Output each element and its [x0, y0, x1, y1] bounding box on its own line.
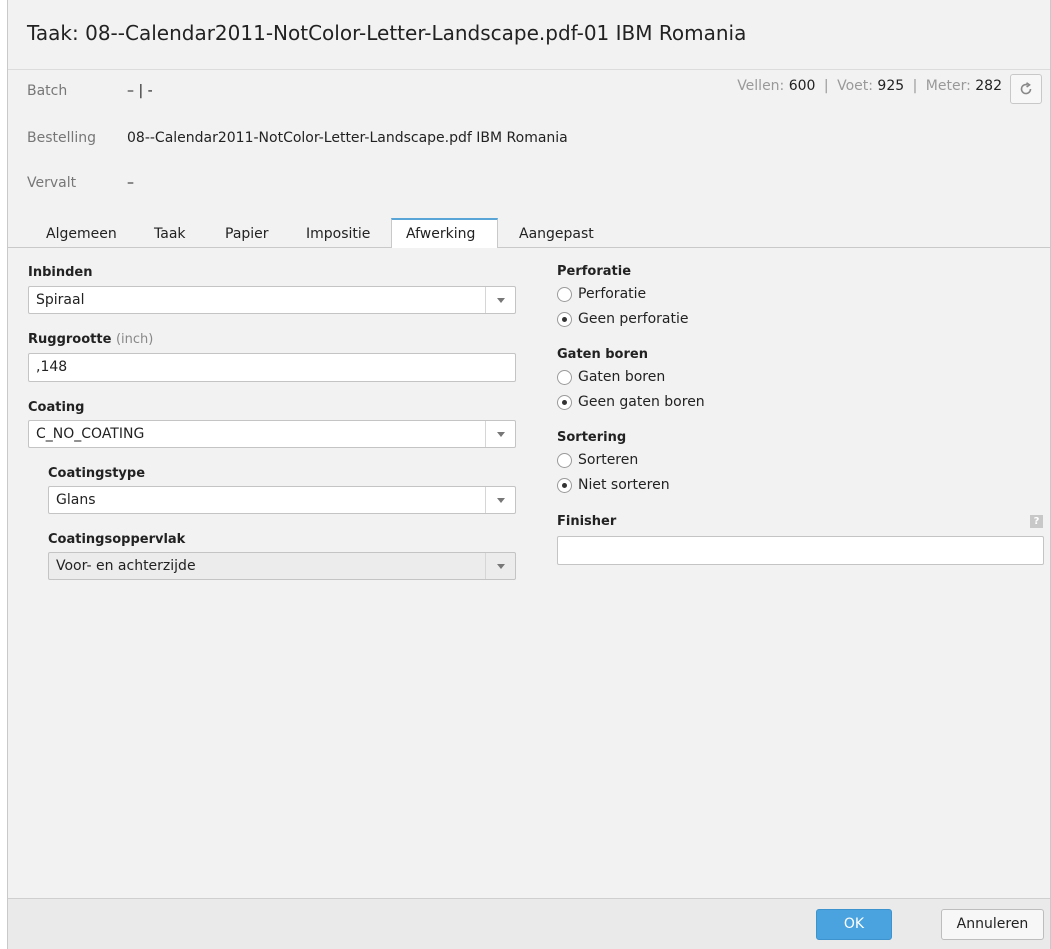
binding-select[interactable]: Spiraal: [28, 286, 516, 314]
spine-size-input[interactable]: ,148: [28, 353, 516, 382]
chevron-down-icon: [485, 553, 515, 579]
coating-type-label: Coatingstype: [48, 466, 146, 481]
sorting-label: Sortering: [557, 430, 627, 445]
sorting-no-option[interactable]: Niet sorteren: [557, 477, 670, 493]
perforation-yes-option[interactable]: Perforatie: [557, 286, 646, 302]
tab-paper[interactable]: Papier: [211, 218, 283, 249]
finisher-label: Finisher: [557, 514, 617, 529]
tab-imposition[interactable]: Impositie: [292, 218, 384, 249]
counter-separator: |: [823, 78, 829, 94]
spine-label-text: Ruggrootte: [28, 332, 112, 347]
counter-separator: |: [912, 78, 918, 94]
batch-value: – | -: [127, 83, 153, 99]
binding-label: Inbinden: [28, 265, 93, 280]
perforation-yes-label: Perforatie: [578, 286, 647, 302]
cancel-button[interactable]: Annuleren: [941, 909, 1044, 940]
drilling-no-label: Geen gaten boren: [578, 394, 705, 410]
meter-value: 282: [975, 78, 1002, 94]
spine-label: Ruggrootte (inch): [28, 332, 153, 347]
ok-button[interactable]: OK: [816, 909, 892, 940]
perforation-no-label: Geen perforatie: [578, 311, 689, 327]
coating-surface-select[interactable]: Voor- en achterzijde: [48, 552, 516, 580]
batch-label: Batch: [27, 83, 68, 99]
job-name: 08--Calendar2011-NotColor-Letter-Landsca…: [85, 21, 747, 45]
coating-value: C_NO_COATING: [36, 426, 145, 442]
job-counters: Vellen: 600 | Voet: 925 | Meter: 282: [737, 78, 1002, 94]
dialog-footer: OK Annuleren: [8, 898, 1050, 949]
sorting-yes-label: Sorteren: [578, 452, 639, 468]
tab-custom[interactable]: Aangepast: [505, 218, 608, 249]
feet-label: Voet:: [837, 78, 873, 94]
chevron-down-icon: [485, 287, 515, 313]
drilling-label: Gaten boren: [557, 347, 648, 362]
sheets-label: Vellen:: [737, 78, 785, 94]
drilling-yes-label: Gaten boren: [578, 369, 666, 385]
finisher-input[interactable]: [557, 536, 1044, 565]
meter-label: Meter:: [925, 78, 971, 94]
sorting-no-label: Niet sorteren: [578, 477, 670, 493]
job-dialog: Taak: 08--Calendar2011-NotColor-Letter-L…: [7, 0, 1051, 949]
drilling-yes-option[interactable]: Gaten boren: [557, 369, 665, 385]
refresh-button[interactable]: [1010, 74, 1042, 104]
due-label: Vervalt: [27, 175, 77, 191]
coating-type-select[interactable]: Glans: [48, 486, 516, 514]
feet-value: 925: [877, 78, 905, 94]
chevron-down-icon: [485, 421, 515, 447]
radio-unchecked-icon[interactable]: [557, 286, 572, 302]
radio-unchecked-icon[interactable]: [557, 369, 572, 385]
tab-general[interactable]: Algemeen: [32, 218, 131, 249]
tab-bar: Algemeen Taak Papier Impositie Afwerking…: [8, 218, 1050, 249]
perforation-no-option[interactable]: Geen perforatie: [557, 311, 688, 327]
title-prefix: Taak:: [27, 21, 79, 45]
refresh-icon: [1020, 82, 1032, 95]
dialog-titlebar: Taak: 08--Calendar2011-NotColor-Letter-L…: [8, 0, 1050, 70]
drilling-no-option[interactable]: Geen gaten boren: [557, 394, 705, 410]
coating-surface-value: Voor- en achterzijde: [56, 558, 196, 574]
perforation-label: Perforatie: [557, 264, 632, 279]
chevron-down-icon: [485, 487, 515, 513]
order-label: Bestelling: [27, 130, 97, 146]
coating-label: Coating: [28, 400, 85, 415]
binding-value: Spiraal: [36, 292, 85, 308]
radio-checked-icon[interactable]: [557, 477, 572, 493]
coating-surface-label: Coatingsoppervlak: [48, 532, 186, 547]
radio-unchecked-icon[interactable]: [557, 452, 572, 468]
sheets-value: 600: [788, 78, 816, 94]
radio-checked-icon[interactable]: [557, 311, 572, 327]
help-icon[interactable]: ?: [1030, 515, 1043, 528]
radio-checked-icon[interactable]: [557, 394, 572, 410]
order-value: 08--Calendar2011-NotColor-Letter-Landsca…: [127, 130, 568, 146]
spine-unit: (inch): [115, 332, 154, 347]
coating-type-value: Glans: [56, 492, 96, 508]
coating-select[interactable]: C_NO_COATING: [28, 420, 516, 448]
tab-job[interactable]: Taak: [140, 218, 200, 249]
finishing-panel: Inbinden Spiraal Ruggrootte (inch) ,148 …: [8, 248, 1050, 898]
dialog-title: Taak: 08--Calendar2011-NotColor-Letter-L…: [27, 21, 746, 45]
tab-finishing[interactable]: Afwerking: [391, 218, 498, 249]
due-value: –: [127, 175, 134, 191]
sorting-yes-option[interactable]: Sorteren: [557, 452, 638, 468]
